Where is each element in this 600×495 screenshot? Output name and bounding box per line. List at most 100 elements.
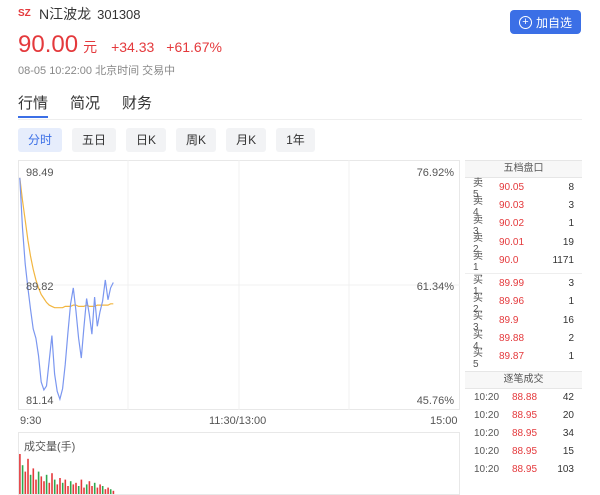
volume-bar: [104, 489, 107, 494]
volume-bar: [83, 487, 85, 494]
volume-bar: [53, 479, 56, 494]
tab-profile[interactable]: 简况: [70, 92, 100, 118]
trade-volume: 34: [562, 428, 574, 440]
volume-bar: [21, 465, 24, 494]
current-price: 90.00: [18, 31, 79, 58]
bid-row: 买5 89.87 1: [465, 348, 582, 370]
stock-header: SZ N江波龙 301308: [18, 4, 141, 24]
tab-finance[interactable]: 财务: [122, 92, 152, 118]
period-1year[interactable]: 1年: [276, 128, 315, 152]
volume-bar: [69, 481, 72, 494]
period-selector: 分时 五日 日K 周K 月K 1年: [18, 128, 325, 152]
period-monthly-k[interactable]: 月K: [226, 128, 267, 152]
volume-bar: [101, 486, 104, 494]
x-tick-midday: 11:30/13:00: [209, 415, 267, 427]
volume-bar: [91, 486, 93, 494]
bid-volume: 3: [568, 278, 574, 290]
price-change: +34.33: [111, 39, 155, 55]
period-daily-k[interactable]: 日K: [126, 128, 167, 152]
volume-frame: [18, 432, 460, 495]
bid-price: 89.9: [499, 314, 519, 326]
bid-volume: 1: [568, 296, 574, 308]
trade-row: 10:20 88.95 34: [465, 425, 582, 443]
trade-row: 10:20 88.95 20: [465, 407, 582, 425]
volume-chart[interactable]: 成交量(手): [18, 432, 460, 495]
volume-bar: [40, 476, 43, 494]
y-pct-low: 45.76%: [416, 395, 454, 407]
bid-price: 89.99: [499, 278, 525, 290]
trade-time: 10:20: [474, 428, 500, 440]
bid-volume: 16: [562, 314, 574, 326]
trade-time: 10:20: [474, 392, 500, 404]
trade-price: 88.95: [512, 464, 538, 476]
ask-row: 卖1 90.0 1171: [465, 251, 582, 273]
x-tick-open: 9:30: [20, 415, 42, 427]
bid-list: 买1 89.99 3 买2 89.96 1 买3 89.9 16 买4 89.88 2 买5 89.87 1: [465, 274, 582, 370]
add-watchlist-label: 加自选: [535, 15, 572, 30]
y-pct-mid: 61.34%: [416, 281, 454, 293]
ask-price: 90.03: [499, 199, 525, 211]
plus-icon: +: [518, 15, 532, 29]
volume-bar: [27, 458, 29, 494]
ask-label: 卖1: [473, 251, 483, 274]
price-chart-svg: [18, 160, 460, 410]
volume-bar: [112, 490, 115, 494]
tab-quote[interactable]: 行情: [18, 92, 49, 118]
x-tick-close: 15:00: [430, 415, 458, 427]
trade-time: 10:20: [474, 446, 500, 458]
volume-bar: [67, 486, 69, 494]
ask-list: 卖5 90.05 8 卖4 90.03 3 卖3 90.02 1 卖2 90.01 19 卖1 90.0 1…: [465, 178, 582, 273]
period-intraday[interactable]: 分时: [18, 128, 63, 152]
volume-bar: [61, 482, 64, 494]
volume-bar: [99, 484, 101, 494]
ask-price: 90.01: [499, 236, 525, 248]
add-watchlist-button[interactable]: + 加自选: [510, 10, 581, 34]
ask-price: 90.0: [499, 254, 519, 266]
trade-row: 10:20 88.95 103: [465, 461, 582, 479]
period-5day[interactable]: 五日: [72, 128, 117, 152]
intraday-chart[interactable]: 98.49 89.82 81.14 76.92% 61.34% 45.76%: [18, 160, 460, 410]
volume-bar: [51, 473, 53, 494]
main-tabs: 行情 简况 财务: [18, 92, 174, 118]
volume-bar: [77, 486, 80, 494]
trade-time: 10:20: [474, 464, 500, 476]
market-badge: SZ: [18, 8, 31, 19]
volume-bar: [37, 471, 40, 494]
ask-price: 90.05: [499, 181, 525, 193]
volume-bar: [85, 484, 88, 494]
trade-price: 88.95: [512, 428, 538, 440]
trade-price: 88.95: [512, 446, 538, 458]
trade-price: 88.88: [512, 392, 538, 404]
y-tick-low: 81.14: [26, 395, 54, 407]
ask-volume: 3: [568, 199, 574, 211]
bid-price: 89.96: [499, 296, 525, 308]
volume-bar: [56, 484, 59, 494]
volume-bar: [24, 471, 27, 494]
trade-status: 08-05 10:22:00 北京时间 交易中: [18, 65, 176, 77]
trade-time: 10:20: [474, 410, 500, 422]
ask-volume: 19: [562, 236, 574, 248]
trade-row: 10:20 88.88 42: [465, 389, 582, 407]
y-tick-mid: 89.82: [26, 281, 54, 293]
volume-bar: [93, 482, 96, 494]
volume-bar: [80, 479, 83, 494]
period-weekly-k[interactable]: 周K: [176, 128, 217, 152]
ask-price: 90.02: [499, 218, 525, 230]
volume-bar: [88, 481, 91, 494]
ask-volume: 1171: [552, 254, 574, 266]
volume-bar: [29, 474, 32, 494]
volume-bar: [59, 478, 61, 494]
stock-name: N江波龙: [39, 6, 92, 22]
volume-bar: [107, 487, 109, 494]
trades-title: 逐笔成交: [465, 370, 582, 389]
volume-bar: [35, 479, 37, 494]
trade-volume: 103: [557, 464, 574, 476]
trade-row: 10:20 88.95 15: [465, 443, 582, 461]
volume-bar: [109, 489, 112, 494]
order-book-panel: 五档盘口 卖5 90.05 8 卖4 90.03 3 卖3 90.02 1 卖2 90.01 19 卖1…: [465, 160, 582, 479]
trade-volume: 42: [562, 392, 574, 404]
tabs-divider: [18, 119, 582, 120]
volume-bar: [19, 454, 21, 494]
bid-price: 89.87: [499, 351, 525, 363]
bid-label: 买5: [473, 347, 483, 370]
